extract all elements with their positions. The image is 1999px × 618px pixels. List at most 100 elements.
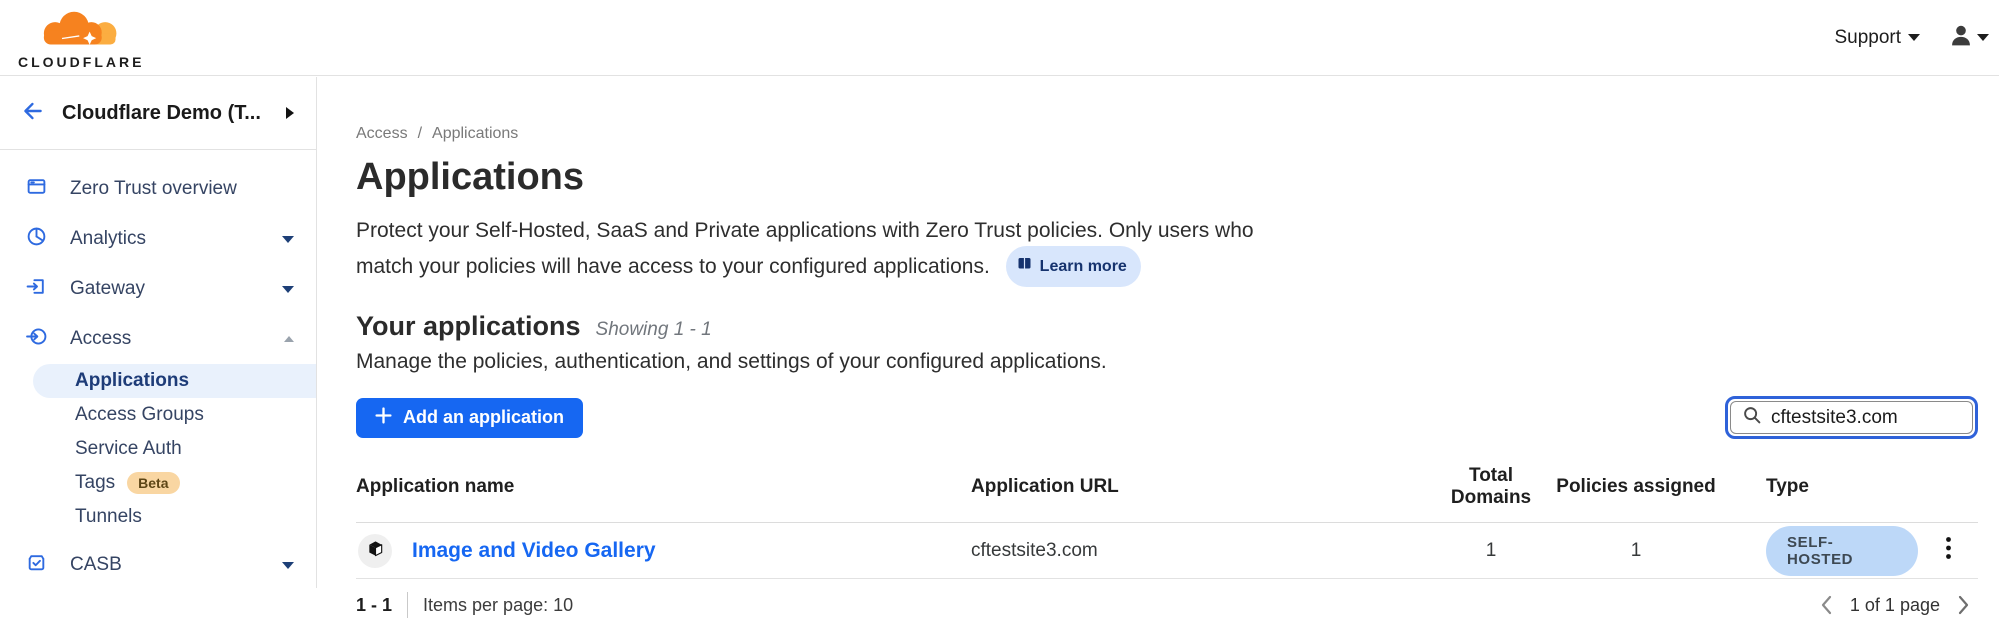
chevron-down-icon[interactable]: [282, 286, 294, 293]
sidebar-item-tags[interactable]: Tags Beta: [0, 466, 316, 500]
main-content: Access / Applications Applications Prote…: [318, 77, 1999, 588]
sidebar-item-analytics[interactable]: Analytics: [0, 214, 316, 264]
chevron-up-icon[interactable]: [284, 336, 294, 342]
sidebar-item-access-groups[interactable]: Access Groups: [0, 398, 316, 432]
sidebar-item-label: Access Groups: [75, 404, 204, 426]
breadcrumb-separator: /: [418, 125, 422, 143]
cube-icon: [366, 539, 385, 563]
gateway-icon: [26, 276, 47, 302]
total-domains-cell: 1: [1431, 540, 1551, 562]
sidebar-item-label: Service Auth: [75, 438, 182, 460]
chevron-down-icon: [1908, 34, 1920, 41]
sidebar-item-label: Zero Trust overview: [70, 178, 237, 200]
page-title: Applications: [356, 156, 1978, 199]
section-subtitle: Manage the policies, authentication, and…: [356, 350, 1978, 374]
sidebar-item-label: Tags: [75, 472, 115, 494]
chevron-down-icon: [1977, 34, 1989, 41]
brand-wordmark: CLOUDFLARE: [18, 54, 144, 70]
overview-icon: [26, 176, 47, 202]
policies-assigned-cell: 1: [1551, 540, 1721, 562]
breadcrumb: Access / Applications: [356, 125, 1978, 143]
account-name[interactable]: Cloudflare Demo (T...: [62, 102, 270, 125]
access-subnav: Applications Access Groups Service Auth …: [0, 364, 316, 534]
search-input[interactable]: [1771, 407, 1951, 429]
sidebar-item-zero-trust-overview[interactable]: Zero Trust overview: [0, 164, 316, 214]
showing-count: Showing 1 - 1: [596, 319, 712, 341]
application-name-cell: Image and Video Gallery: [356, 534, 971, 568]
cloudflare-logo[interactable]: CLOUDFLARE: [18, 6, 144, 70]
access-icon: [26, 326, 47, 352]
sidebar-item-label: Access: [70, 328, 131, 350]
sidebar-item-label: Gateway: [70, 278, 145, 300]
support-menu[interactable]: Support: [1834, 27, 1920, 49]
search-focus-ring: [1725, 396, 1978, 439]
sidebar-item-label: Analytics: [70, 228, 146, 250]
beta-badge: Beta: [127, 472, 179, 494]
next-page-button[interactable]: [1957, 594, 1970, 616]
table-header-row: Application name Application URL Total D…: [356, 465, 1978, 523]
column-header-policies-assigned: Policies assigned: [1551, 476, 1721, 498]
page-indicator: 1 of 1 page: [1850, 595, 1940, 616]
sidebar-item-gateway[interactable]: Gateway: [0, 264, 316, 314]
top-bar: CLOUDFLARE Support: [0, 0, 1999, 76]
chevron-down-icon[interactable]: [282, 562, 294, 569]
sidebar-nav: Zero Trust overview Analytics Gateway: [0, 150, 316, 590]
search-icon: [1743, 406, 1761, 429]
support-label: Support: [1834, 27, 1901, 49]
description-line1: Protect your Self-Hosted, SaaS and Priva…: [356, 219, 1254, 242]
sidebar-item-access[interactable]: Access: [0, 314, 316, 364]
analytics-icon: [26, 226, 47, 252]
sidebar-item-casb[interactable]: CASB: [0, 540, 316, 590]
kebab-icon: [1945, 536, 1952, 565]
sidebar-item-applications[interactable]: Applications: [33, 364, 316, 398]
column-header-application-name: Application name: [356, 476, 971, 498]
page-description: Protect your Self-Hosted, SaaS and Priva…: [356, 215, 1978, 287]
account-switcher: Cloudflare Demo (T...: [0, 77, 316, 150]
row-actions-menu[interactable]: [1918, 536, 1978, 565]
topbar-actions: Support: [1834, 24, 1989, 51]
column-header-total-domains: Total Domains: [1431, 465, 1551, 509]
section-title: Your applications: [356, 311, 581, 342]
applications-table: Application name Application URL Total D…: [356, 465, 1978, 618]
table-controls: Add an application: [356, 396, 1978, 439]
sidebar-item-label: Applications: [75, 370, 189, 392]
sidebar-item-label: CASB: [70, 554, 122, 576]
sidebar: Cloudflare Demo (T... Zero Trust overvie…: [0, 77, 317, 588]
table-row: Image and Video Gallery cftestsite3.com …: [356, 523, 1978, 579]
pagination: 1 of 1 page: [1820, 594, 1978, 616]
items-per-page: Items per page: 10: [423, 595, 573, 616]
add-application-button[interactable]: Add an application: [356, 398, 583, 438]
footer-divider: [407, 592, 408, 618]
sidebar-item-label: Tunnels: [75, 506, 142, 528]
type-cell: SELF-HOSTED: [1721, 526, 1918, 576]
column-header-type: Type: [1721, 476, 1918, 498]
casb-icon: [26, 552, 47, 578]
table-footer: 1 - 1 Items per page: 10 1 of 1 page: [356, 592, 1978, 618]
type-badge: SELF-HOSTED: [1766, 526, 1918, 576]
back-arrow-icon[interactable]: [20, 98, 46, 129]
sidebar-item-service-auth[interactable]: Service Auth: [0, 432, 316, 466]
add-application-label: Add an application: [403, 407, 564, 428]
user-icon: [1950, 24, 1972, 51]
previous-page-button[interactable]: [1820, 594, 1833, 616]
cloudflare-cloud-icon: [29, 10, 133, 53]
sidebar-item-tunnels[interactable]: Tunnels: [0, 500, 316, 534]
chevron-down-icon[interactable]: [282, 236, 294, 243]
column-header-application-url: Application URL: [971, 476, 1431, 498]
application-avatar: [358, 534, 392, 568]
learn-more-button[interactable]: Learn more: [1006, 246, 1141, 287]
breadcrumb-applications[interactable]: Applications: [432, 125, 518, 143]
learn-more-label: Learn more: [1040, 251, 1127, 282]
application-url-cell: cftestsite3.com: [971, 540, 1431, 562]
application-name-link[interactable]: Image and Video Gallery: [412, 539, 656, 563]
section-header: Your applications Showing 1 - 1: [356, 311, 1978, 342]
chevron-right-icon[interactable]: [286, 107, 294, 119]
footer-left: 1 - 1 Items per page: 10: [356, 592, 573, 618]
breadcrumb-access[interactable]: Access: [356, 125, 408, 143]
user-menu[interactable]: [1950, 24, 1989, 51]
items-range: 1 - 1: [356, 595, 392, 616]
plus-icon: [375, 407, 392, 429]
search-box: [1730, 401, 1973, 434]
book-icon: [1017, 251, 1032, 282]
description-line2: match your policies will have access to …: [356, 255, 990, 278]
